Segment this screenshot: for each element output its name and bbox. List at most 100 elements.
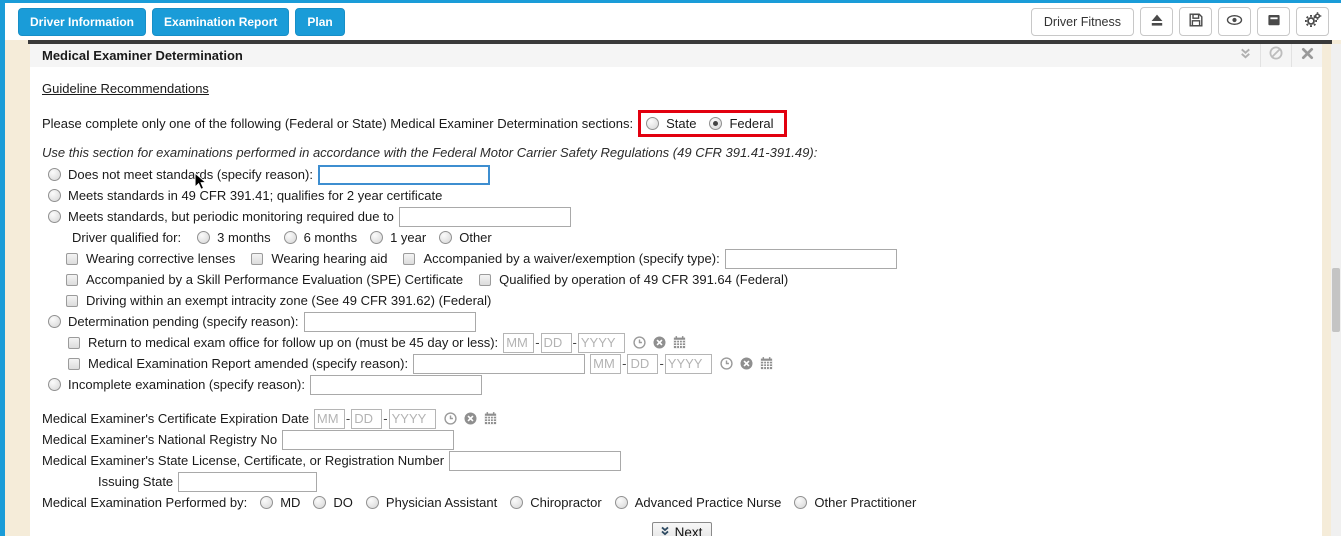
date-separator: - xyxy=(659,356,664,371)
federal-radio-label: Federal xyxy=(729,116,774,131)
performed-by-md-label: MD xyxy=(280,495,301,510)
date-separator: - xyxy=(383,411,388,426)
qualifiers-row-1: Wearing corrective lenses Wearing hearin… xyxy=(42,248,1322,269)
save-icon xyxy=(1188,12,1204,31)
clear-date-icon[interactable] xyxy=(739,356,754,371)
performed-by-apn-radio[interactable] xyxy=(614,496,628,509)
cert-exp-month-input[interactable] xyxy=(313,408,345,429)
amended-month-input[interactable] xyxy=(590,353,622,374)
disable-section-button[interactable] xyxy=(1261,44,1291,67)
clear-date-icon[interactable] xyxy=(652,335,667,350)
periodic-monitoring-radio[interactable] xyxy=(48,210,61,223)
calendar-icon[interactable] xyxy=(759,356,774,371)
settings-button[interactable] xyxy=(1296,7,1329,36)
federal-radio[interactable] xyxy=(709,117,723,130)
does-not-meet-reason-input[interactable] xyxy=(317,164,490,185)
incomplete-examination-row: Incomplete examination (specify reason): xyxy=(42,374,1322,395)
does-not-meet-radio[interactable] xyxy=(48,168,61,181)
performed-by-do-radio[interactable] xyxy=(313,496,327,509)
state-license-row: Medical Examiner's State License, Certif… xyxy=(42,450,1322,471)
performed-by-chiropractor-radio[interactable] xyxy=(510,496,524,509)
driver-qualified-row: Driver qualified for: 3 months 6 months … xyxy=(42,227,1322,248)
eject-button[interactable] xyxy=(1140,7,1173,36)
performed-by-pa-radio[interactable] xyxy=(365,496,379,509)
incomplete-examination-radio[interactable] xyxy=(48,378,61,391)
tab-plan[interactable]: Plan xyxy=(295,7,345,36)
cert-expiration-row: Medical Examiner's Certificate Expiratio… xyxy=(42,408,1322,429)
close-icon xyxy=(1301,47,1314,65)
next-button[interactable]: Next xyxy=(651,522,713,536)
incomplete-examination-label: Incomplete examination (specify reason): xyxy=(68,377,306,392)
preview-button[interactable] xyxy=(1218,7,1251,36)
performed-by-chiropractor-label: Chiropractor xyxy=(530,495,602,510)
calendar-icon[interactable] xyxy=(483,411,498,426)
qualified-3-months-radio[interactable] xyxy=(197,231,211,244)
followup-month-input[interactable] xyxy=(503,332,535,353)
issuing-state-row: Issuing State xyxy=(42,471,1322,492)
national-registry-input[interactable] xyxy=(282,429,455,450)
qualified-6-months-radio[interactable] xyxy=(283,231,297,244)
meets-standards-label: Meets standards in 49 CFR 391.41; qualif… xyxy=(68,188,443,203)
cert-expiration-label: Medical Examiner's Certificate Expiratio… xyxy=(42,411,309,426)
meets-standards-radio[interactable] xyxy=(48,189,61,202)
periodic-monitoring-label: Meets standards, but periodic monitoring… xyxy=(68,209,394,224)
return-followup-label: Return to medical exam office for follow… xyxy=(88,335,499,350)
toolbar-right-group: Driver Fitness xyxy=(1030,7,1329,36)
tab-driver-information[interactable]: Driver Information xyxy=(18,7,147,36)
cert-exp-day-input[interactable] xyxy=(351,408,383,429)
spe-certificate-checkbox[interactable] xyxy=(66,273,78,286)
guideline-recommendations-link[interactable]: Guideline Recommendations xyxy=(42,81,209,96)
next-chevrons-icon xyxy=(659,525,671,536)
followup-year-input[interactable] xyxy=(577,332,625,353)
state-radio[interactable] xyxy=(646,117,660,130)
archive-icon xyxy=(1266,12,1282,31)
date-separator: - xyxy=(572,335,577,350)
tab-examination-report[interactable]: Examination Report xyxy=(152,7,290,36)
chevron-double-down-icon xyxy=(1238,46,1253,66)
intracity-zone-label: Driving within an exempt intracity zone … xyxy=(86,293,492,308)
clock-icon[interactable] xyxy=(443,411,458,426)
incomplete-reason-input[interactable] xyxy=(310,374,483,395)
content-top-divider xyxy=(28,40,1332,44)
state-license-input[interactable] xyxy=(449,450,622,471)
corrective-lenses-checkbox[interactable] xyxy=(66,252,78,265)
scrollbar-thumb[interactable] xyxy=(1332,268,1340,332)
close-section-button[interactable] xyxy=(1292,44,1322,67)
qualified-other-radio[interactable] xyxy=(439,231,453,244)
qualified-1-year-label: 1 year xyxy=(390,230,427,245)
pending-reason-input[interactable] xyxy=(303,311,476,332)
intracity-zone-checkbox[interactable] xyxy=(66,294,78,307)
qualified-1-year-radio[interactable] xyxy=(370,231,384,244)
cert-exp-year-input[interactable] xyxy=(388,408,436,429)
driver-fitness-button[interactable]: Driver Fitness xyxy=(1030,7,1134,36)
save-button[interactable] xyxy=(1179,7,1212,36)
periodic-monitoring-row: Meets standards, but periodic monitoring… xyxy=(42,206,1322,227)
date-separator: - xyxy=(622,356,627,371)
vertical-scrollbar[interactable] xyxy=(1331,44,1341,536)
amended-reason-input[interactable] xyxy=(413,353,586,374)
periodic-monitoring-input[interactable] xyxy=(398,206,571,227)
amended-day-input[interactable] xyxy=(627,353,659,374)
waiver-exemption-checkbox[interactable] xyxy=(403,252,416,265)
issuing-state-input[interactable] xyxy=(178,471,318,492)
report-amended-checkbox[interactable] xyxy=(68,357,80,370)
clock-icon[interactable] xyxy=(719,356,734,371)
return-followup-checkbox[interactable] xyxy=(68,336,80,349)
followup-day-input[interactable] xyxy=(540,332,572,353)
collapse-button[interactable] xyxy=(1230,44,1260,67)
medical-examiner-panel: Medical Examiner Determination Guideline… xyxy=(30,44,1322,536)
amended-year-input[interactable] xyxy=(664,353,712,374)
calendar-icon[interactable] xyxy=(672,335,687,350)
clock-icon[interactable] xyxy=(632,335,647,350)
state-radio-label: State xyxy=(666,116,697,131)
determination-pending-radio[interactable] xyxy=(48,315,61,328)
waiver-type-input[interactable] xyxy=(724,248,897,269)
hearing-aid-checkbox[interactable] xyxy=(251,252,264,265)
performed-by-md-radio[interactable] xyxy=(260,496,274,509)
qualified-391-64-checkbox[interactable] xyxy=(479,273,492,286)
federal-note: Use this section for examinations perfor… xyxy=(42,144,818,160)
archive-button[interactable] xyxy=(1257,7,1290,36)
jurisdiction-row: Please complete only one of the followin… xyxy=(42,109,1322,138)
clear-date-icon[interactable] xyxy=(463,411,478,426)
performed-by-other-radio[interactable] xyxy=(794,496,808,509)
